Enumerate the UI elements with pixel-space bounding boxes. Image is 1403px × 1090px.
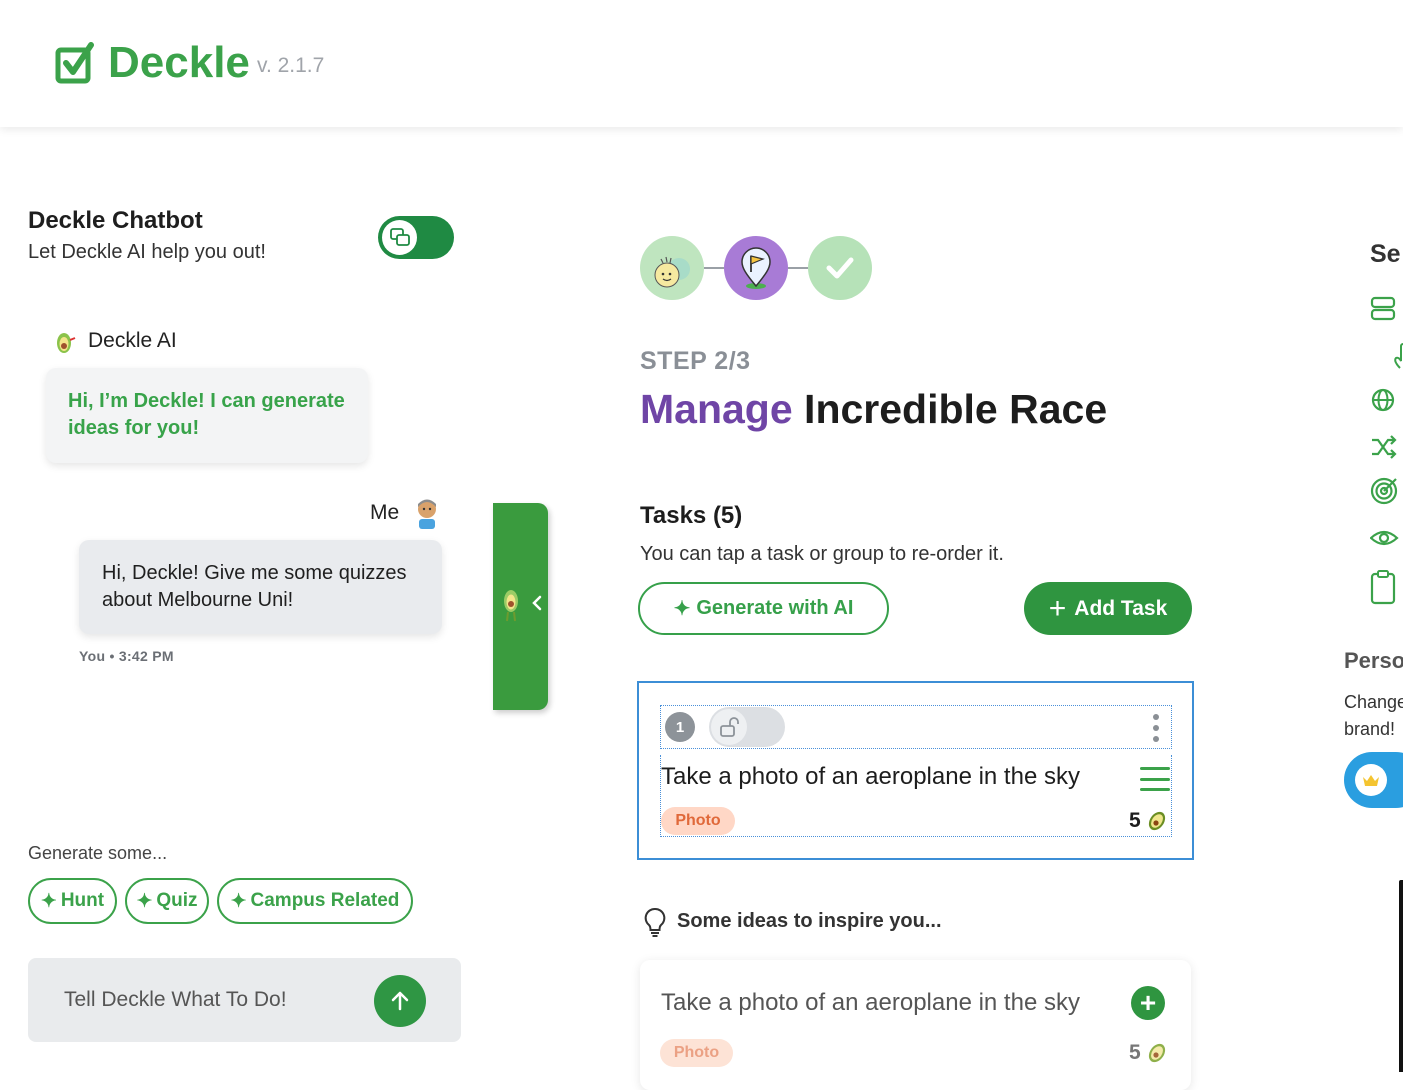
- target-icon[interactable]: [1370, 476, 1400, 506]
- crown-icon: [1355, 764, 1387, 796]
- lightbulb-icon: [644, 907, 666, 937]
- avocado-mascot-icon: [504, 590, 518, 622]
- chip-label: Hunt: [60, 890, 105, 911]
- plus-icon: +: [1139, 987, 1157, 1018]
- more-options-icon[interactable]: [1151, 714, 1161, 742]
- ai-sender-name: Deckle AI: [88, 329, 177, 352]
- drag-handle-icon[interactable]: [1140, 767, 1170, 791]
- user-message-text: Hi, Deckle! Give me some quizzes about M…: [102, 562, 407, 611]
- chip-hunt[interactable]: ✦ Hunt: [28, 878, 117, 924]
- step-1-icon[interactable]: [640, 236, 704, 300]
- eye-icon[interactable]: [1370, 523, 1400, 553]
- task-card[interactable]: 1 Take a photo of an aeroplane in the sk…: [637, 681, 1194, 860]
- sparkle-icon: ✦: [230, 890, 247, 912]
- idea-text: Take a photo of an aeroplane in the sky: [661, 989, 1080, 1016]
- sparkle-icon: ✦: [136, 890, 153, 912]
- app-version: v. 2.1.7: [257, 54, 325, 77]
- add-task-label: Add Task: [1074, 596, 1168, 620]
- task-number-badge: 1: [665, 712, 695, 742]
- generate-with-ai-button[interactable]: ✦ Generate with AI: [638, 582, 889, 635]
- chip-label: Quiz: [156, 890, 198, 911]
- task-card-header: 1: [660, 705, 1172, 749]
- generate-label: Generate some...: [28, 843, 168, 863]
- user-message-bubble: Hi, Deckle! Give me some quizzes about M…: [79, 540, 442, 634]
- chatbot-subtitle: Let Deckle AI help you out!: [28, 241, 266, 263]
- user-avatar-icon: [418, 499, 436, 529]
- chat-input[interactable]: [48, 980, 400, 1020]
- idea-card[interactable]: Take a photo of an aeroplane in the sky …: [640, 960, 1191, 1090]
- lock-toggle[interactable]: [709, 707, 785, 747]
- map-pin-flag-icon: [741, 247, 771, 289]
- device-frame-edge: [1399, 880, 1403, 1072]
- idea-type-badge: Photo: [660, 1039, 733, 1067]
- layers-icon[interactable]: [1370, 294, 1400, 324]
- settings-title: Se: [1370, 240, 1401, 268]
- page-title-rest: Incredible Race: [792, 386, 1108, 432]
- avocado-avatar-icon: [57, 333, 76, 353]
- add-task-button[interactable]: + Add Task: [1024, 582, 1192, 635]
- step-3-icon[interactable]: [808, 236, 872, 300]
- page-title-accent: Manage: [640, 386, 793, 432]
- add-idea-button[interactable]: +: [1131, 986, 1165, 1020]
- sparkle-icon: ✦: [673, 598, 691, 620]
- task-type-badge: Photo: [661, 807, 735, 835]
- chip-quiz[interactable]: ✦ Quiz: [125, 878, 209, 924]
- unlock-icon: [711, 709, 747, 745]
- avocado-points-icon: [1148, 811, 1165, 831]
- chatbot-toggle[interactable]: [378, 216, 454, 259]
- personalize-text-line-1: Change: [1344, 692, 1403, 712]
- generate-with-ai-label: Generate with AI: [696, 597, 854, 619]
- personalize-text-line-2: brand!: [1344, 719, 1396, 739]
- clipboard-icon[interactable]: [1370, 569, 1400, 605]
- brand-name: Deckle: [108, 38, 250, 87]
- arrow-up-icon: [391, 991, 409, 1011]
- step-connector: [788, 267, 808, 269]
- emoji-faces-icon: [654, 256, 690, 288]
- avocado-points-icon: [1148, 1043, 1165, 1063]
- chip-campus-related[interactable]: ✦ Campus Related: [217, 878, 413, 924]
- page-title: Manage Incredible Race: [640, 386, 1107, 433]
- user-sender-name: Me: [370, 501, 400, 524]
- premium-button[interactable]: [1344, 752, 1403, 808]
- ai-message-text: Hi, I’m Deckle! I can generate ideas for…: [68, 390, 345, 439]
- points-value: 5: [1129, 1041, 1141, 1064]
- send-button[interactable]: [374, 975, 426, 1027]
- sparkle-icon: ✦: [40, 890, 57, 912]
- chat-bubbles-icon: [382, 220, 417, 255]
- tasks-title: Tasks (5): [640, 502, 743, 529]
- step-label: STEP 2/3: [640, 347, 751, 375]
- idea-points: 5: [1129, 1041, 1169, 1065]
- checkbox-logo-icon: [55, 42, 94, 84]
- app-header: Deckle v. 2.1.7: [0, 0, 1403, 127]
- ideas-title: Some ideas to inspire you...: [677, 910, 942, 932]
- checkmark-icon: [826, 257, 854, 279]
- plus-icon: +: [1048, 591, 1067, 625]
- chatbot-title: Deckle Chatbot: [28, 207, 203, 234]
- personalize-text: Change brand!: [1344, 689, 1403, 743]
- task-points: 5: [1129, 809, 1169, 833]
- globe-icon[interactable]: [1370, 386, 1400, 416]
- hand-pointer-icon[interactable]: [1390, 340, 1403, 370]
- chevron-left-icon: [532, 595, 542, 611]
- step-2-icon[interactable]: [724, 236, 788, 300]
- collapse-chat-tab[interactable]: [493, 503, 548, 710]
- message-timestamp: You • 3:42 PM: [79, 648, 174, 664]
- chip-label: Campus Related: [250, 890, 400, 911]
- shuffle-icon[interactable]: [1370, 432, 1400, 462]
- ai-message-bubble: Hi, I’m Deckle! I can generate ideas for…: [46, 368, 368, 463]
- step-connector: [704, 267, 724, 269]
- points-value: 5: [1129, 809, 1141, 832]
- chat-input-container: [28, 958, 461, 1042]
- personalize-title: Perso: [1344, 648, 1403, 673]
- task-text: Take a photo of an aeroplane in the sky: [661, 763, 1080, 790]
- tasks-subtitle: You can tap a task or group to re-order …: [640, 543, 1004, 565]
- task-card-body: Take a photo of an aeroplane in the sky …: [660, 755, 1172, 837]
